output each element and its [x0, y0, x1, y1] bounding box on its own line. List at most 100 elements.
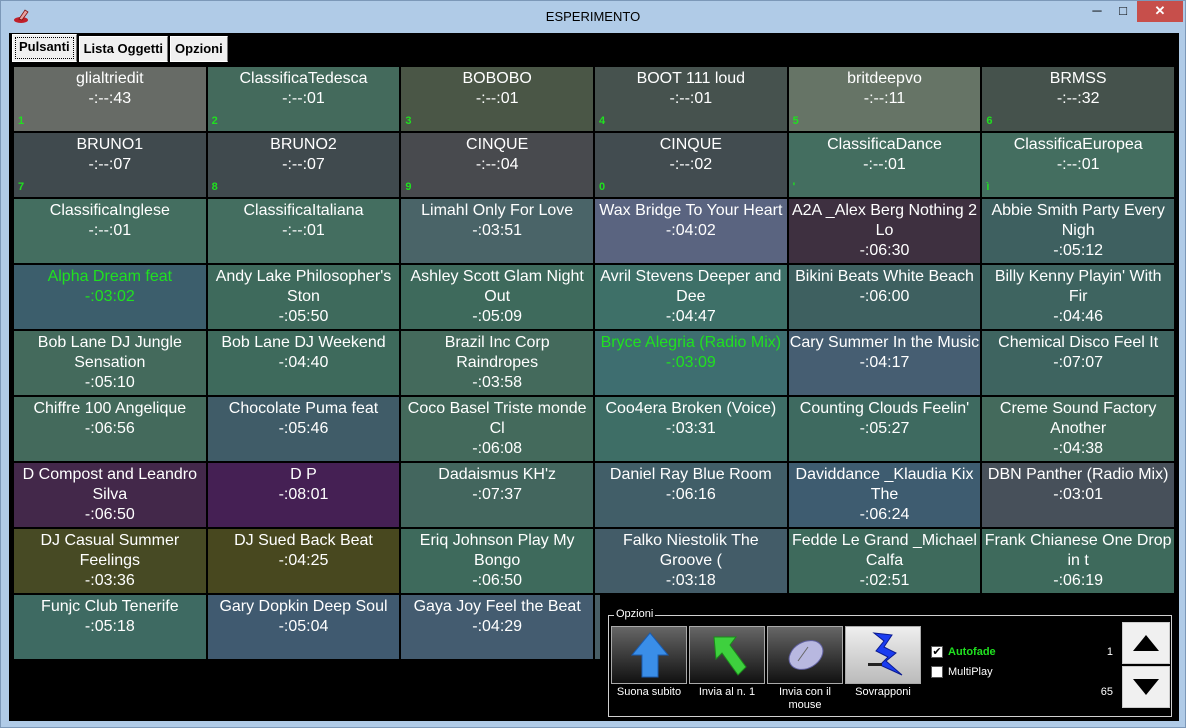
- sound-button[interactable]: Falko Niestolik The Groove (-:03:18: [595, 529, 787, 593]
- sound-button[interactable]: ClassificaItaliana -:--:01: [207, 199, 400, 263]
- sound-button[interactable]: Bikini Beats White Beach -:06:00: [788, 265, 981, 329]
- sound-button[interactable]: glialtriedit -:--:43 1: [14, 67, 206, 131]
- sound-time: -:06:50: [472, 572, 523, 589]
- sound-title: Billy Kenny Playin' With Fir: [994, 268, 1162, 305]
- sound-button[interactable]: Bryce Alegria (Radio Mix) -:03:09: [595, 331, 787, 395]
- sound-button[interactable]: Fedde Le Grand _Michael Calfa -:02:51: [788, 529, 981, 593]
- sound-button[interactable]: BOOT 111 loud -:--:01 4: [595, 67, 787, 131]
- sound-button[interactable]: D P -:08:01: [207, 463, 400, 527]
- sovrapponi-button[interactable]: [845, 626, 921, 684]
- hotkey-label: 1: [18, 115, 25, 127]
- maximize-button[interactable]: □: [1110, 1, 1136, 22]
- sound-time: -:--:01: [475, 90, 519, 107]
- sound-title: Bikini Beats White Beach: [795, 268, 974, 285]
- sound-button[interactable]: Abbie Smith Party Every Nigh -:05:12: [982, 199, 1174, 263]
- minimize-button[interactable]: ─: [1084, 1, 1110, 22]
- tab-pulsanti[interactable]: Pulsanti: [12, 34, 77, 62]
- sound-time: -:02:51: [859, 572, 910, 589]
- range-end: 65: [1100, 686, 1113, 698]
- tab-opzioni[interactable]: Opzioni: [170, 36, 228, 62]
- sound-title: DBN Panther (Radio Mix): [987, 466, 1169, 483]
- sound-title: BRUNO1: [76, 136, 144, 153]
- sound-button[interactable]: Brazil Inc Corp Raindropes -:03:58: [401, 331, 593, 395]
- invia-con-mouse-button[interactable]: [767, 626, 843, 684]
- close-button[interactable]: ✕: [1137, 1, 1183, 22]
- sound-button[interactable]: Billy Kenny Playin' With Fir -:04:46: [982, 265, 1174, 329]
- sound-time: -:05:18: [84, 618, 135, 635]
- sound-button[interactable]: Wax Bridge To Your Heart -:04:02: [595, 199, 787, 263]
- sound-button[interactable]: Bob Lane DJ Weekend -:04:40: [207, 331, 400, 395]
- suona-subito-button[interactable]: [611, 626, 687, 684]
- sound-button[interactable]: Ashley Scott Glam Night Out -:05:09: [401, 265, 593, 329]
- sound-button[interactable]: CINQUE -:--:04 9: [401, 133, 593, 197]
- sound-button[interactable]: Coco Basel Triste monde Cl -:06:08: [401, 397, 593, 461]
- sound-button[interactable]: Andy Lake Philosopher's Ston -:05:50: [207, 265, 400, 329]
- multiplay-check-box[interactable]: [931, 666, 943, 678]
- sound-button[interactable]: Chiffre 100 Angelique -:06:56: [14, 397, 206, 461]
- sound-title: Dadaismus KH'z: [438, 466, 557, 483]
- sound-title: Funjc Club Tenerife: [41, 598, 179, 615]
- sound-button[interactable]: Bob Lane DJ Jungle Sensation -:05:10: [14, 331, 206, 395]
- sound-button[interactable]: Limahl Only For Love -:03:51: [401, 199, 593, 263]
- sound-time: -:03:02: [84, 288, 135, 305]
- sound-button[interactable]: BRUNO2 -:--:07 8: [207, 133, 400, 197]
- sound-button[interactable]: Chocolate Puma feat -:05:46: [207, 397, 400, 461]
- sound-button[interactable]: Daniel Ray Blue Room -:06:16: [595, 463, 787, 527]
- sound-title: Counting Clouds Feelin': [799, 400, 970, 417]
- sound-button[interactable]: BRUNO1 -:--:07 7: [14, 133, 206, 197]
- sound-button[interactable]: DJ Sued Back Beat -:04:25: [207, 529, 400, 593]
- sound-button[interactable]: BOBOBO -:--:01 3: [401, 67, 593, 131]
- sound-button[interactable]: Cary Summer In the Music -:04:17: [788, 331, 981, 395]
- scroll-down-button[interactable]: [1122, 666, 1170, 708]
- sound-button[interactable]: Alpha Dream feat -:03:02: [14, 265, 206, 329]
- sound-time: -:05:12: [1053, 242, 1104, 259]
- sound-button[interactable]: DBN Panther (Radio Mix) -:03:01: [982, 463, 1174, 527]
- down-triangle-icon: [1133, 679, 1159, 695]
- multiplay-checkbox[interactable]: MultiPlay: [931, 666, 1031, 678]
- sound-button[interactable]: ClassificaTedesca -:--:01 2: [207, 67, 400, 131]
- sound-button[interactable]: Eriq Johnson Play My Bongo -:06:50: [401, 529, 593, 593]
- autofade-check-box[interactable]: ✔: [931, 646, 943, 658]
- sound-button[interactable]: Gary Dopkin Deep Soul -:05:04: [207, 595, 400, 659]
- sound-button[interactable]: Creme Sound Factory Another -:04:38: [982, 397, 1174, 461]
- sound-time: -:--:01: [282, 222, 325, 239]
- sound-button[interactable]: Chemical Disco Feel It -:07:07: [982, 331, 1174, 395]
- sound-button[interactable]: Coo4era Broken (Voice) -:03:31: [595, 397, 787, 461]
- sound-button[interactable]: D Compost and Leandro Silva -:06:50: [14, 463, 206, 527]
- sound-button[interactable]: Frank Chianese One Drop in t -:06:19: [982, 529, 1174, 593]
- sound-button[interactable]: Funjc Club Tenerife -:05:18: [14, 595, 206, 659]
- invia-al-n1-button[interactable]: [689, 626, 765, 684]
- sound-title: Cary Summer In the Music: [789, 334, 980, 351]
- suona-subito-label: Suona subito: [616, 686, 682, 698]
- hotkey-label: 5: [792, 115, 799, 127]
- sound-title: DJ Sued Back Beat: [234, 532, 373, 549]
- hotkey-label: 0: [599, 181, 606, 193]
- sound-time: -:04:38: [1053, 440, 1104, 457]
- sound-button[interactable]: DJ Casual Summer Feelings -:03:36: [14, 529, 206, 593]
- sound-time: -:05:27: [859, 420, 910, 437]
- sound-time: -:04:47: [665, 308, 716, 325]
- sound-button[interactable]: A2A _Alex Berg Nothing 2 Lo -:06:30: [788, 199, 981, 263]
- sound-button[interactable]: Gaya Joy Feel the Beat -:04:29: [401, 595, 593, 659]
- sound-time: -:05:09: [472, 308, 523, 325]
- sound-button[interactable]: Counting Clouds Feelin' -:05:27: [788, 397, 981, 461]
- sound-button[interactable]: Dadaismus KH'z -:07:37: [401, 463, 593, 527]
- tab-lista-oggetti[interactable]: Lista Oggetti: [78, 36, 169, 62]
- sound-button[interactable]: Avril Stevens Deeper and Dee -:04:47: [595, 265, 787, 329]
- sound-title: Brazil Inc Corp Raindropes: [444, 334, 550, 371]
- sound-button[interactable]: britdeepvo -:--:11 5: [788, 67, 981, 131]
- sound-button[interactable]: Daviddance _Klaudia Kix The -:06:24: [788, 463, 981, 527]
- sound-button[interactable]: CINQUE -:--:02 0: [595, 133, 787, 197]
- sound-button[interactable]: ClassificaDance -:--:01 ': [788, 133, 981, 197]
- sound-time: -:--:01: [669, 90, 713, 107]
- sound-button[interactable]: ClassificaInglese -:--:01: [14, 199, 206, 263]
- sound-time: -:06:56: [84, 420, 135, 437]
- sound-title: ClassificaTedesca: [239, 70, 368, 87]
- sound-title: Avril Stevens Deeper and Dee: [600, 268, 782, 305]
- sound-title: Abbie Smith Party Every Nigh: [991, 202, 1165, 239]
- sound-button[interactable]: ClassificaEuropea -:--:01 ì: [982, 133, 1174, 197]
- sound-button[interactable]: BRMSS -:--:32 6: [982, 67, 1174, 131]
- autofade-checkbox[interactable]: ✔ Autofade: [931, 646, 1031, 658]
- sound-time: -:04:25: [278, 552, 329, 569]
- scroll-up-button[interactable]: [1122, 622, 1170, 664]
